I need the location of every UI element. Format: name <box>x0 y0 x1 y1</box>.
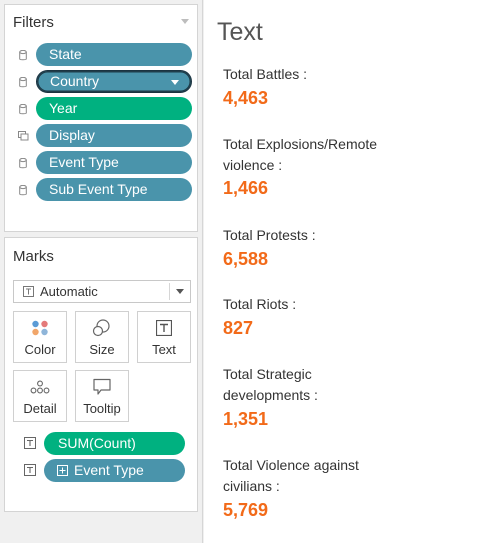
stat-label-battles: Total Battles : <box>223 66 308 82</box>
mark-type-dropdown[interactable]: Automatic <box>13 280 191 303</box>
filter-row-sub-event-type[interactable]: Sub Event Type <box>5 178 199 201</box>
detail-button-label: Detail <box>23 401 57 416</box>
filter-pill-display[interactable]: Display <box>36 124 192 147</box>
pane-divider[interactable] <box>202 0 203 543</box>
database-icon <box>17 49 29 61</box>
worksheet-title: Text <box>217 18 263 46</box>
filter-pill-sub-event-type[interactable]: Sub Event Type <box>36 178 192 201</box>
database-icon <box>17 103 29 115</box>
worksheet-view: Text Total Battles : 4,463 Total Explosi… <box>204 0 477 543</box>
filter-pill-state[interactable]: State <box>36 43 192 66</box>
filter-pill-year[interactable]: Year <box>36 97 192 120</box>
filter-row-state[interactable]: State <box>5 43 199 66</box>
color-dots-icon <box>14 319 66 337</box>
marks-pill-event-type[interactable]: Event Type <box>44 459 185 482</box>
marks-title: Marks <box>13 248 54 265</box>
color-button-label: Color <box>24 342 56 357</box>
marks-pill-sum-count[interactable]: SUM(Count) <box>44 432 185 455</box>
stat-label-protests: Total Protests : <box>223 227 316 243</box>
stat-label-violence-civilians: Total Violence against civilians : <box>223 457 359 494</box>
color-button[interactable]: Color <box>13 311 67 363</box>
text-button-label: Text <box>152 342 176 357</box>
marks-shelf-row-sum-count[interactable]: SUM(Count) <box>5 432 199 455</box>
filter-pill-event-type[interactable]: Event Type <box>36 151 192 174</box>
stat-label-explosions: Total Explosions/Remote violence : <box>223 136 378 173</box>
marks-pill-event-type-label: Event Type <box>74 462 144 478</box>
filter-row-country[interactable]: Country <box>5 70 199 93</box>
text-box-icon <box>138 319 190 337</box>
detail-button[interactable]: Detail <box>13 370 67 422</box>
tooltip-button-label: Tooltip <box>83 401 121 416</box>
filter-row-display[interactable]: Display <box>5 124 199 147</box>
mark-type-value: Automatic <box>40 284 98 299</box>
marks-card: Marks Automatic Color Size Text Detail T… <box>4 237 198 512</box>
stat-value-strategic: 1,351 <box>223 409 269 429</box>
size-button-label: Size <box>89 342 115 357</box>
stat-label-riots: Total Riots : <box>223 296 297 312</box>
filters-title: Filters <box>13 14 54 31</box>
filter-pill-country-label: Country <box>50 73 100 89</box>
database-icon <box>17 157 29 169</box>
filter-pill-country[interactable]: Country <box>36 70 192 93</box>
stat-value-protests: 6,588 <box>223 249 269 269</box>
detail-dots-icon <box>14 378 66 396</box>
database-icon <box>17 184 29 196</box>
filter-row-year[interactable]: Year <box>5 97 199 120</box>
marks-shelf-row-event-type[interactable]: Event Type <box>5 459 199 482</box>
expand-plus-icon[interactable] <box>57 465 68 476</box>
text-box-icon <box>24 437 36 449</box>
size-button[interactable]: Size <box>75 311 129 363</box>
stat-value-violence-civilians: 5,769 <box>223 500 269 520</box>
chevron-down-icon[interactable] <box>171 80 179 85</box>
filter-row-event-type[interactable]: Event Type <box>5 151 199 174</box>
chevron-down-icon[interactable] <box>176 289 184 294</box>
stat-value-explosions: 1,466 <box>223 178 269 198</box>
filters-card: Filters State Country Year Display Event… <box>4 4 198 232</box>
tooltip-button[interactable]: Tooltip <box>75 370 129 422</box>
stat-value-riots: 827 <box>223 318 254 338</box>
tooltip-bubble-icon <box>76 378 128 396</box>
database-icon <box>17 76 29 88</box>
text-box-icon <box>24 464 36 476</box>
stat-label-strategic: Total Strategic developments : <box>223 366 318 403</box>
text-button[interactable]: Text <box>137 311 191 363</box>
stat-value-battles: 4,463 <box>223 88 269 108</box>
set-icon <box>17 130 29 142</box>
filters-menu-arrow-icon[interactable] <box>181 19 189 24</box>
dropdown-separator <box>169 283 170 300</box>
size-circles-icon <box>76 319 128 337</box>
text-mark-icon <box>23 286 34 297</box>
